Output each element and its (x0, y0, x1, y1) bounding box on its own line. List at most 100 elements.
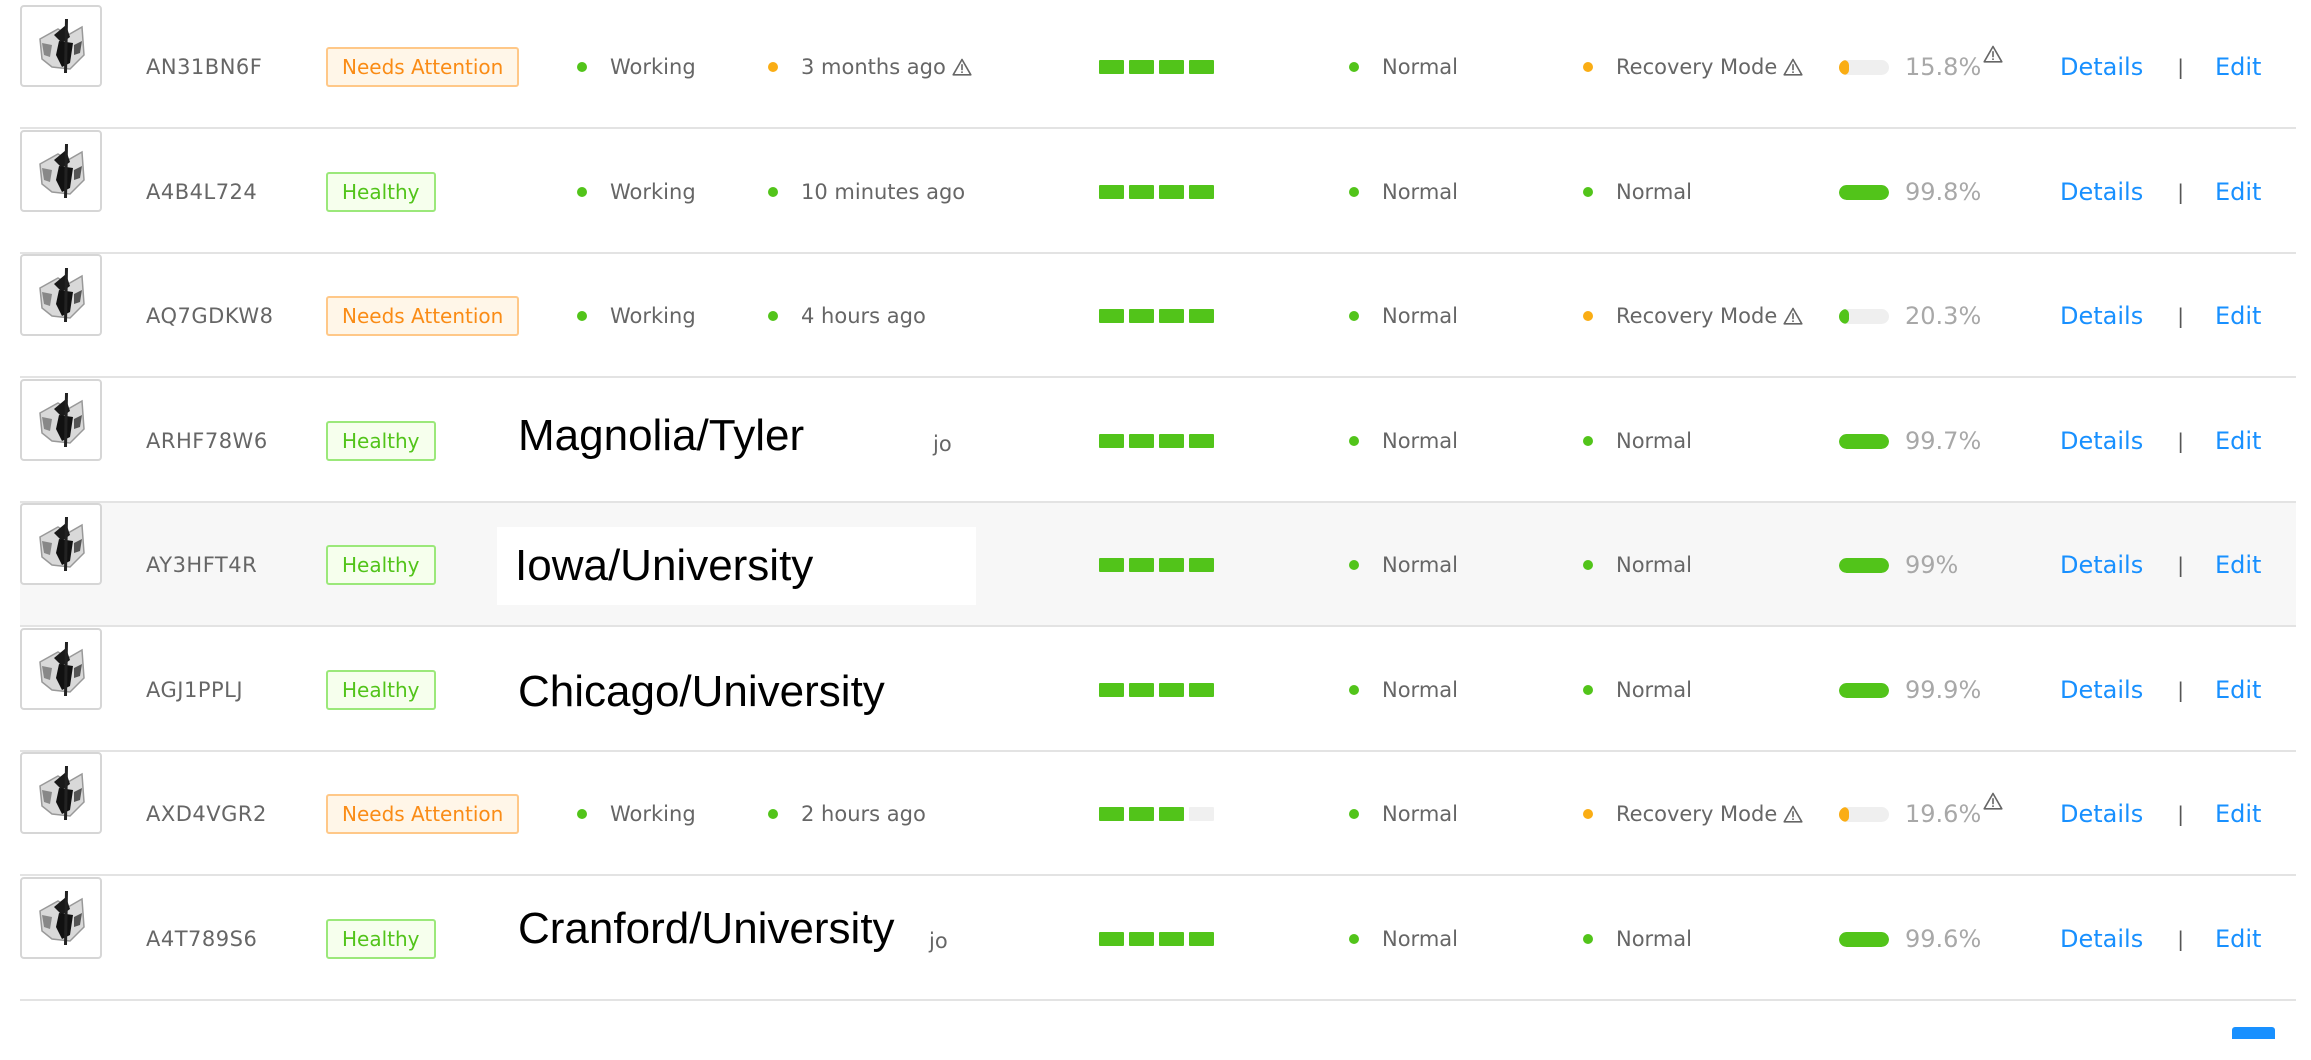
signal-strength (1099, 434, 1214, 448)
edit-link[interactable]: Edit (2215, 178, 2261, 206)
location-label: Cranford/University (500, 895, 905, 963)
health-status: Normal (1349, 130, 1458, 254)
edit-link[interactable]: Edit (2215, 676, 2261, 704)
table-row: AQ7GDKW8 Needs Attention Working 4 hours ag… (20, 254, 2296, 378)
edit-link[interactable]: Edit (2215, 53, 2261, 81)
battery-bar (1839, 308, 1889, 324)
device-thumbnail[interactable] (20, 503, 102, 585)
device-thumbnail[interactable] (20, 5, 102, 87)
device-serial[interactable]: A4T789S6 (146, 927, 257, 951)
details-link[interactable]: Details (2060, 676, 2143, 704)
status-dot (1583, 685, 1593, 695)
signal-cell (1099, 379, 1214, 503)
signal-segment (1159, 683, 1184, 697)
health-status: Normal (1349, 628, 1458, 752)
action-separator: | (2177, 304, 2184, 328)
signal-segment (1189, 932, 1214, 946)
last-seen: 10 minutes ago (768, 130, 965, 254)
last-seen-label: 2 hours ago (801, 802, 926, 826)
mode-label: Recovery Mode (1616, 55, 1778, 79)
edit-link[interactable]: Edit (2215, 925, 2261, 953)
device-serial[interactable]: ARHF78W6 (146, 429, 268, 453)
signal-segment (1159, 185, 1184, 199)
health-label: Normal (1382, 429, 1458, 453)
battery-percent: 99.8% (1905, 178, 1981, 206)
edit-link[interactable]: Edit (2215, 302, 2261, 330)
edit-link[interactable]: Edit (2215, 551, 2261, 579)
pagination-button[interactable] (2232, 1027, 2275, 1039)
mode-label: Normal (1616, 180, 1692, 204)
details-link[interactable]: Details (2060, 800, 2143, 828)
warning-icon (1783, 805, 1803, 823)
device-serial[interactable]: AGJ1PPLJ (146, 678, 243, 702)
table-row: A4T789S6 Healthy Normal Normal 99.6% Details |… (20, 877, 2296, 1001)
row-actions: Details | Edit (2060, 503, 2261, 627)
signal-strength (1099, 185, 1214, 199)
status-dot (577, 187, 587, 197)
row-actions: Details | Edit (2060, 752, 2261, 876)
device-thumbnail[interactable] (20, 254, 102, 336)
battery-percent-value: 19.6% (1905, 800, 1982, 828)
signal-segment (1129, 932, 1154, 946)
status-dot (1349, 62, 1359, 72)
device-serial[interactable]: AXD4VGR2 (146, 802, 267, 826)
signal-segment (1189, 309, 1214, 323)
status-dot (1583, 187, 1593, 197)
last-seen-label: 3 months ago (801, 55, 946, 79)
signal-segment (1099, 807, 1124, 821)
action-separator: | (2177, 927, 2184, 951)
signal-segment (1189, 60, 1214, 74)
device-thumbnail[interactable] (20, 752, 102, 834)
details-link[interactable]: Details (2060, 551, 2143, 579)
battery-percent: 99% (1905, 551, 1958, 579)
battery-percent: 99.9% (1905, 676, 1981, 704)
details-link[interactable]: Details (2060, 302, 2143, 330)
table-row: AGJ1PPLJ Healthy Normal Normal 99.9% Details |… (20, 628, 2296, 752)
status-badge: Needs Attention (326, 296, 520, 336)
details-link[interactable]: Details (2060, 178, 2143, 206)
device-thumbnail[interactable] (20, 379, 102, 461)
details-link[interactable]: Details (2060, 925, 2143, 953)
battery-fill (1839, 682, 1889, 698)
details-link[interactable]: Details (2060, 427, 2143, 455)
status-dot (1583, 560, 1593, 570)
device-serial[interactable]: A4B4L724 (146, 180, 257, 204)
last-seen: 4 hours ago (768, 254, 926, 378)
status-dot (768, 62, 778, 72)
signal-segment (1159, 309, 1184, 323)
health-label: Normal (1382, 927, 1458, 951)
mode-status: Normal (1583, 877, 1692, 1001)
details-link[interactable]: Details (2060, 53, 2143, 81)
status-badge: Healthy (326, 421, 436, 461)
row-actions: Details | Edit (2060, 5, 2261, 129)
last-seen-label: 4 hours ago (801, 304, 926, 328)
table-row: AN31BN6F Needs Attention Working 3 months a… (20, 5, 2296, 129)
serial-cell: AN31BN6F (146, 5, 262, 129)
signal-segment (1159, 434, 1184, 448)
signal-segment (1099, 309, 1124, 323)
battery-percent-value: 99.9% (1905, 676, 1982, 704)
signal-segment (1159, 807, 1184, 821)
serial-cell: A4T789S6 (146, 877, 257, 1001)
status-dot (1349, 436, 1359, 446)
device-serial[interactable]: AN31BN6F (146, 55, 262, 79)
device-thumbnail[interactable] (20, 877, 102, 959)
table-row: ARHF78W6 Healthy Normal Normal 99.7% Details |… (20, 379, 2296, 503)
edit-link[interactable]: Edit (2215, 427, 2261, 455)
status-dot (1583, 311, 1593, 321)
location-label: Chicago/University (500, 655, 935, 729)
serial-cell: AQ7GDKW8 (146, 254, 273, 378)
mode-status: Normal (1583, 628, 1692, 752)
device-serial[interactable]: AQ7GDKW8 (146, 304, 273, 328)
action-separator: | (2177, 553, 2184, 577)
signal-segment (1129, 807, 1154, 821)
health-status: Normal (1349, 503, 1458, 627)
working-status: Working (577, 130, 696, 254)
status-dot (1349, 187, 1359, 197)
device-serial[interactable]: AY3HFT4R (146, 553, 257, 577)
device-thumbnail[interactable] (20, 130, 102, 212)
device-thumbnail[interactable] (20, 628, 102, 710)
battery-fill (1839, 433, 1889, 449)
status-badge: Healthy (326, 670, 436, 710)
edit-link[interactable]: Edit (2215, 800, 2261, 828)
